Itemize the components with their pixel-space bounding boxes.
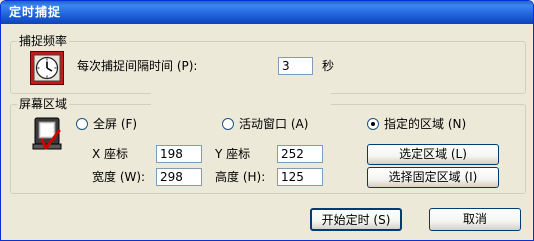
radio-fullscreen-label[interactable]: 全屏 (F) [93, 116, 137, 132]
width-input[interactable] [156, 168, 202, 186]
y-coordinate-input[interactable] [277, 145, 323, 163]
clock-icon [30, 51, 64, 85]
cancel-button[interactable]: 取消 [429, 208, 521, 231]
screen-capture-icon [32, 117, 64, 153]
frequency-group-legend: 捕捉频率 [17, 34, 70, 48]
y-coordinate-label: Y 座标 [215, 147, 251, 161]
select-region-button[interactable]: 选定区域 (L) [367, 144, 499, 165]
height-label: 高度 (H): [215, 170, 266, 184]
interval-input[interactable] [278, 57, 313, 75]
x-coordinate-input[interactable] [156, 145, 202, 163]
screen-area-group-legend: 屏幕区域 [17, 97, 70, 111]
radio-fullscreen[interactable] [76, 118, 88, 130]
radio-active-window-label[interactable]: 活动窗口 (A) [239, 116, 308, 132]
x-coordinate-label: X 座标 [92, 147, 129, 161]
radio-specified-area-label[interactable]: 指定的区域 (N) [384, 116, 466, 132]
timed-capture-dialog: 定时捕捉 捕捉频率 每次捕捉间隔时间 (P): 秒 屏幕区域 [0, 0, 534, 241]
interval-unit-label: 秒 [322, 59, 335, 73]
select-fixed-region-button[interactable]: 选择固定区域 (I) [367, 167, 499, 188]
window-title: 定时捕捉 [9, 5, 62, 19]
width-label: 宽度 (W): [92, 170, 146, 184]
height-input[interactable] [277, 168, 323, 186]
start-timer-button[interactable]: 开始定时 (S) [310, 208, 402, 231]
border-gap [151, 89, 331, 113]
interval-label: 每次捕捉间隔时间 (P): [77, 59, 198, 73]
title-bar[interactable]: 定时捕捉 [1, 1, 533, 24]
radio-active-window[interactable] [222, 118, 234, 130]
radio-specified-area[interactable] [367, 118, 379, 130]
